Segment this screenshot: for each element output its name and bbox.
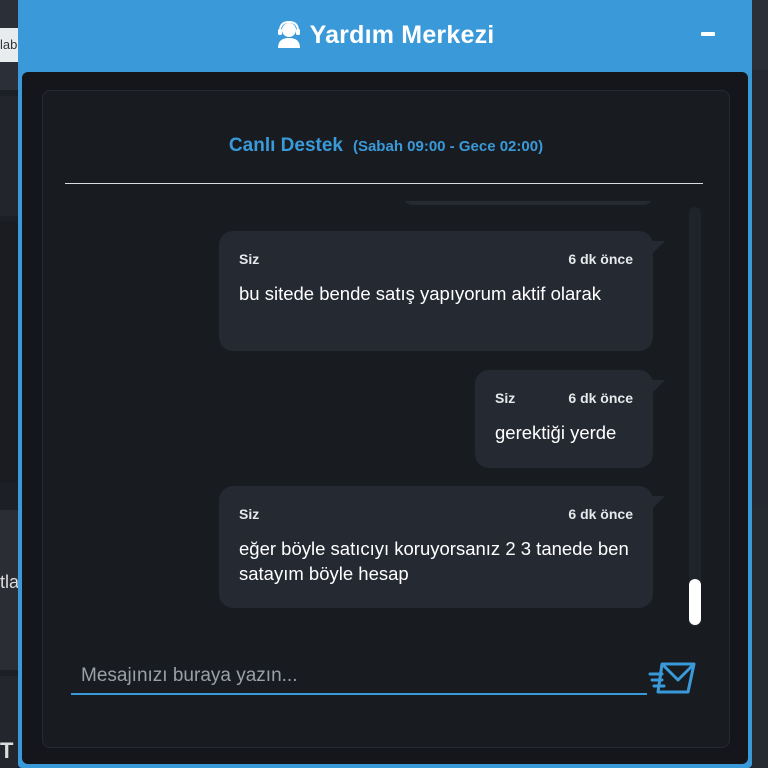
minus-icon bbox=[701, 32, 715, 36]
support-name: Canlı Destek bbox=[228, 135, 343, 156]
background-right-edge bbox=[752, 0, 768, 768]
support-agent-icon bbox=[277, 21, 300, 48]
message-time: 6 dk önce bbox=[568, 251, 633, 267]
scrollbar-track[interactable] bbox=[689, 207, 701, 627]
message-input[interactable] bbox=[71, 659, 647, 693]
message-bubble: Siz 6 dk önce eğer böyle satıcıyı koruyo… bbox=[219, 486, 665, 608]
message-meta: Siz 6 dk önce bbox=[239, 506, 633, 522]
message-text: gerektiği yerde bbox=[495, 422, 617, 443]
scrollbar-thumb[interactable] bbox=[689, 579, 701, 625]
send-mail-icon bbox=[648, 662, 696, 694]
message-bubble: Siz 6 dk önce gerektiği yerde bbox=[475, 370, 665, 468]
message-sender: Siz bbox=[239, 506, 260, 522]
message-time: 6 dk önce bbox=[568, 390, 633, 406]
background-tab-fragment: lab bbox=[0, 28, 18, 62]
widget-header[interactable]: Yardım Merkezi bbox=[18, 0, 752, 70]
chat-panel: Canlı Destek (Sabah 09:00 - Gece 02:00) … bbox=[42, 90, 730, 748]
message-meta: Siz 6 dk önce bbox=[239, 251, 633, 267]
message-bubble-partial bbox=[403, 201, 653, 205]
message-text: eğer böyle satıcıyı koruyorsanız 2 3 tan… bbox=[239, 538, 629, 584]
message-meta: Siz 6 dk önce bbox=[495, 390, 633, 406]
message-text: bu sitede bende satış yapıyorum aktif ol… bbox=[239, 283, 601, 304]
support-heading: Canlı Destek (Sabah 09:00 - Gece 02:00) bbox=[43, 135, 729, 157]
support-hours: (Sabah 09:00 - Gece 02:00) bbox=[352, 138, 544, 155]
background-page-strip bbox=[0, 96, 18, 216]
minimize-button[interactable] bbox=[698, 22, 718, 46]
message-sender: Siz bbox=[495, 390, 516, 406]
message-bubble: Siz 6 dk önce bu sitede bende satış yapı… bbox=[219, 231, 665, 351]
widget-title: Yardım Merkezi bbox=[309, 20, 495, 49]
background-text-fragment: tla bbox=[0, 572, 18, 592]
message-sender: Siz bbox=[239, 251, 260, 267]
send-button[interactable] bbox=[647, 659, 697, 697]
chat-body: Canlı Destek (Sabah 09:00 - Gece 02:00) … bbox=[22, 72, 748, 764]
message-input-row bbox=[71, 659, 647, 695]
background-letter-fragment: T bbox=[0, 738, 14, 763]
divider bbox=[65, 183, 703, 184]
background-page-strip bbox=[0, 222, 18, 482]
message-time: 6 dk önce bbox=[568, 506, 633, 522]
message-list[interactable]: Siz 6 dk önce bu sitede bende satış yapı… bbox=[43, 201, 683, 611]
help-center-widget: Yardım Merkezi Canlı Destek (Sabah 09:00… bbox=[18, 0, 752, 768]
